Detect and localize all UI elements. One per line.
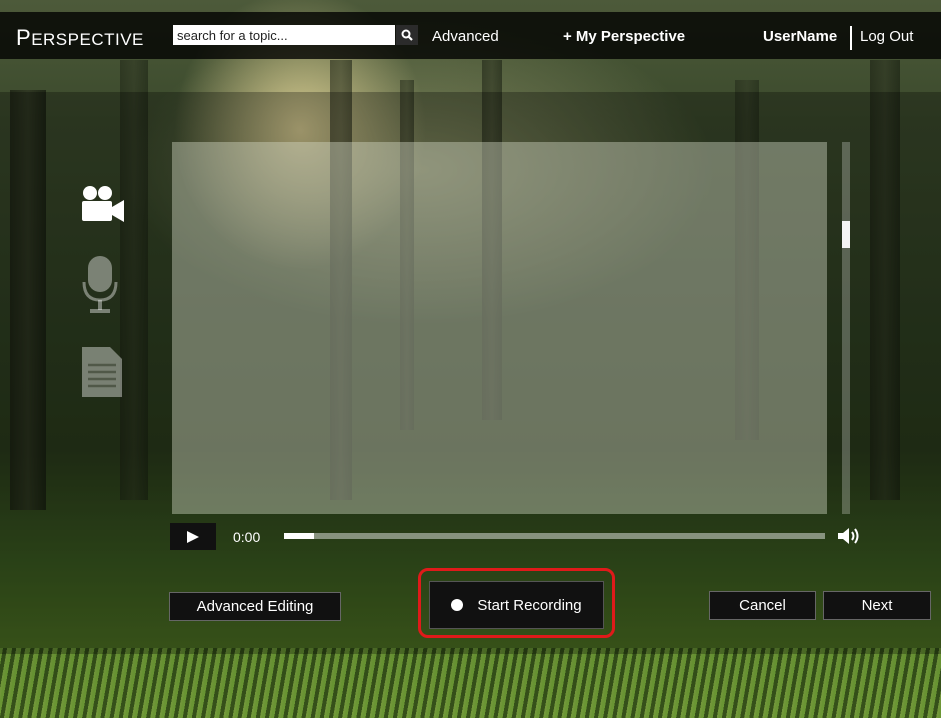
play-button[interactable]: [170, 523, 216, 550]
playback-progress-bar[interactable]: [284, 533, 825, 539]
next-button[interactable]: Next: [823, 591, 931, 620]
start-recording-label: Start Recording: [477, 596, 582, 614]
microphone-icon[interactable]: [80, 254, 124, 321]
video-preview[interactable]: [172, 142, 827, 514]
search-button[interactable]: [396, 25, 418, 45]
logout-link[interactable]: Log Out: [860, 28, 913, 45]
search-icon: [401, 29, 413, 41]
username-link[interactable]: UserName: [763, 28, 837, 45]
search-input[interactable]: [173, 25, 395, 45]
header-divider: [850, 26, 852, 50]
start-recording-button[interactable]: Start Recording: [429, 581, 604, 629]
scrollbar-thumb[interactable]: [842, 221, 850, 248]
record-dot-icon: [451, 599, 464, 611]
document-icon[interactable]: [80, 345, 124, 404]
cancel-button[interactable]: Cancel: [709, 591, 816, 620]
vertical-scrollbar[interactable]: [842, 142, 850, 514]
advanced-editing-button[interactable]: Advanced Editing: [169, 592, 341, 621]
my-perspective-link[interactable]: + My Perspective: [563, 28, 685, 45]
app-logo[interactable]: PERSPECTIVE: [16, 25, 144, 51]
top-navigation-bar: PERSPECTIVE Advanced + My Perspective Us…: [0, 12, 941, 59]
playback-time: 0:00: [233, 529, 261, 545]
video-camera-icon[interactable]: [80, 185, 124, 228]
play-icon: [187, 530, 199, 543]
advanced-search-link[interactable]: Advanced: [432, 28, 499, 45]
volume-icon[interactable]: [837, 526, 861, 551]
progress-fill: [284, 533, 314, 539]
